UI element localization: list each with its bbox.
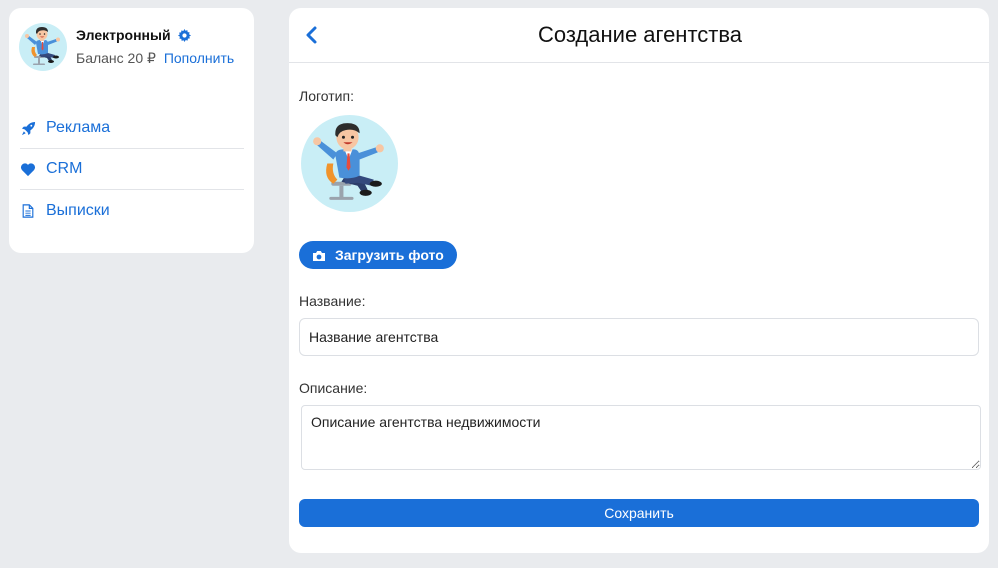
avatar[interactable] (19, 23, 67, 71)
sidebar-item-label: CRM (46, 160, 83, 177)
logo-image (301, 115, 398, 212)
sidebar-item-label: Выписки (46, 201, 110, 219)
main-panel: Создание агентства Логотип: Загрузить фо… (289, 8, 989, 553)
sidebar-item-statements[interactable]: Выписки (20, 190, 244, 231)
profile-block: Электронный Баланс 20 ₽ Пополнить (19, 23, 234, 71)
sidebar-item-crm[interactable]: CRM (20, 149, 244, 190)
description-textarea[interactable]: Описание агентства недвижимости (301, 405, 981, 470)
agency-name-input[interactable] (299, 318, 979, 356)
camera-icon (312, 249, 326, 261)
balance-text: Баланс 20 ₽ (76, 50, 156, 66)
logo-label: Логотип: (299, 88, 354, 104)
sidebar-menu: Реклама CRM Выписки (20, 108, 244, 231)
upload-photo-label: Загрузить фото (335, 247, 444, 263)
page-header: Создание агентства (289, 8, 989, 63)
description-label: Описание: (299, 380, 368, 396)
topup-link[interactable]: Пополнить (164, 50, 234, 66)
name-label: Название: (299, 293, 366, 309)
gear-icon[interactable] (177, 28, 191, 42)
back-chevron-icon[interactable] (303, 25, 319, 45)
sidebar-item-ads[interactable]: Реклама (20, 108, 244, 149)
sidebar-item-label: Реклама (46, 119, 111, 136)
heart-icon (20, 161, 36, 177)
sidebar: Электронный Баланс 20 ₽ Пополнить Реклам… (9, 8, 254, 253)
save-button[interactable]: Сохранить (299, 499, 979, 527)
page-title: Создание агентства (537, 22, 743, 47)
document-icon (20, 203, 36, 219)
profile-name[interactable]: Электронный (76, 27, 171, 43)
rocket-icon (20, 120, 36, 136)
upload-photo-button[interactable]: Загрузить фото (299, 241, 457, 269)
